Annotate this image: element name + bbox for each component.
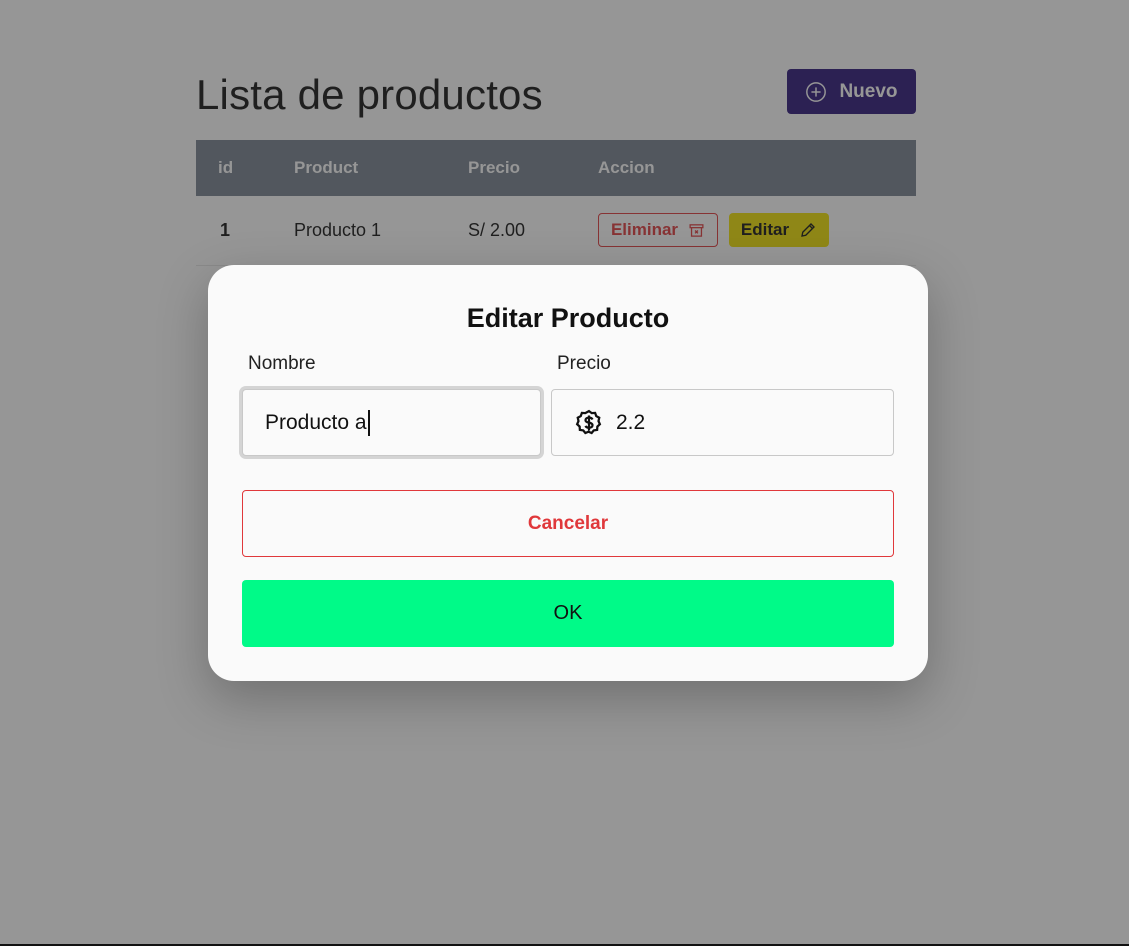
name-label: Nombre bbox=[248, 353, 316, 374]
price-input-value: 2.2 bbox=[616, 410, 646, 434]
name-input-value: Producto a bbox=[265, 410, 367, 434]
text-caret bbox=[367, 409, 370, 436]
price-input[interactable]: 2.2 bbox=[551, 389, 894, 456]
ok-button[interactable]: OK bbox=[242, 580, 894, 647]
modal-title: Editar Producto bbox=[466, 303, 670, 333]
dollar-badge-icon bbox=[575, 409, 602, 434]
cancel-button[interactable]: Cancelar bbox=[242, 490, 894, 557]
edit-product-modal: Editar Producto Nombre Producto a Precio… bbox=[208, 265, 928, 681]
price-label: Precio bbox=[557, 353, 611, 374]
name-input[interactable]: Producto a bbox=[242, 389, 541, 456]
